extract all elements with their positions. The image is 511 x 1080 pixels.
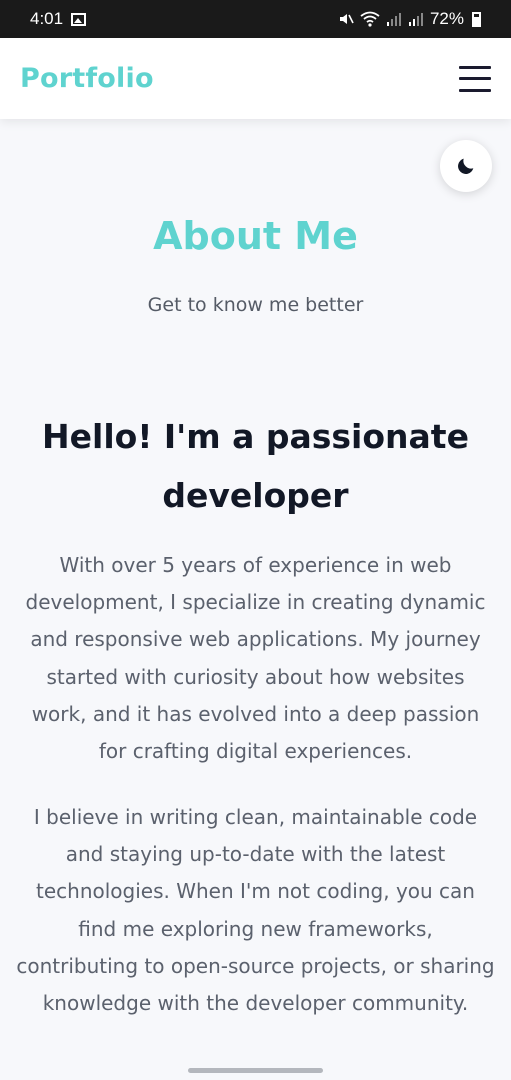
section-subtitle: Get to know me better (147, 294, 364, 316)
status-right: 72% (338, 9, 481, 29)
status-time: 4:01 (30, 9, 64, 28)
navbar: Portfolio (0, 38, 511, 119)
hamburger-menu-icon[interactable] (459, 65, 491, 92)
moon-icon (458, 158, 474, 174)
signal-icon (408, 13, 423, 26)
signal-icon (386, 13, 401, 26)
about-paragraph: With over 5 years of experience in web d… (25, 553, 486, 764)
hamburger-line (459, 88, 491, 92)
section-title: About Me (153, 214, 358, 258)
wifi-icon (360, 11, 380, 27)
status-left: 4:01 (30, 9, 87, 29)
status-bar: 4:01 72% (0, 0, 511, 38)
battery-icon (472, 11, 481, 27)
brand-logo[interactable]: Portfolio (20, 63, 154, 94)
hamburger-line (459, 65, 491, 69)
mute-icon (339, 14, 354, 24)
battery-percentage: 72% (429, 9, 464, 28)
about-headline: Hello! I'm a passionate developer (42, 417, 469, 515)
hamburger-line (459, 77, 491, 80)
home-indicator[interactable] (188, 1068, 323, 1073)
about-paragraph: I believe in writing clean, maintainable… (16, 805, 495, 1016)
theme-toggle-button[interactable] (440, 140, 492, 192)
gallery-icon (71, 12, 87, 26)
